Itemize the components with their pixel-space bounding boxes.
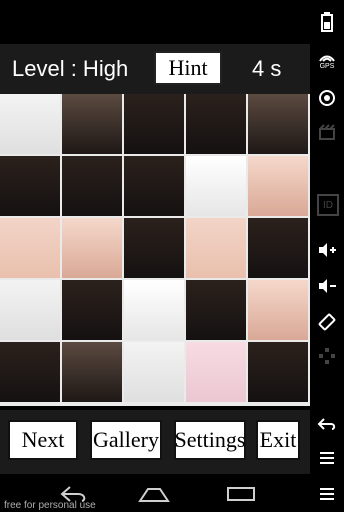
puzzle-tile[interactable] <box>186 280 246 340</box>
status-area <box>0 0 310 44</box>
dpad-icon[interactable] <box>317 346 337 366</box>
puzzle-tile[interactable] <box>62 94 122 154</box>
puzzle-tile[interactable] <box>0 94 60 154</box>
puzzle-tile[interactable] <box>248 94 308 154</box>
emulator-sidebar: GPS ID <box>310 0 344 512</box>
recents-icon[interactable] <box>226 486 256 502</box>
exit-button[interactable]: Exit <box>256 420 300 460</box>
battery-icon <box>317 12 337 32</box>
gps-label: GPS <box>319 63 335 70</box>
gps-icon: GPS <box>317 48 337 74</box>
puzzle-tile[interactable] <box>248 342 308 402</box>
puzzle-tile[interactable] <box>186 218 246 278</box>
puzzle-tile[interactable] <box>62 280 122 340</box>
puzzle-tile[interactable] <box>124 280 184 340</box>
app-screen: Level : High Hint 4 s Next Gallery Setti… <box>0 0 310 512</box>
puzzle-tile[interactable] <box>124 342 184 402</box>
puzzle-board <box>0 94 310 406</box>
puzzle-tile[interactable] <box>62 156 122 216</box>
menu-icon[interactable] <box>317 448 337 468</box>
puzzle-tile[interactable] <box>0 218 60 278</box>
gallery-button[interactable]: Gallery <box>90 420 162 460</box>
puzzle-tile[interactable] <box>248 218 308 278</box>
puzzle-tile[interactable] <box>0 342 60 402</box>
puzzle-tile[interactable] <box>0 156 60 216</box>
clapperboard-icon[interactable] <box>317 122 337 142</box>
puzzle-tile[interactable] <box>186 94 246 154</box>
timer-label: 4 s <box>252 56 282 81</box>
back-icon[interactable] <box>317 414 337 434</box>
puzzle-tile[interactable] <box>124 156 184 216</box>
puzzle-tile[interactable] <box>186 156 246 216</box>
volume-up-icon[interactable] <box>317 240 337 260</box>
puzzle-tile[interactable] <box>248 156 308 216</box>
home-icon[interactable] <box>136 484 172 504</box>
next-button[interactable]: Next <box>8 420 78 460</box>
id-label: ID <box>323 199 333 211</box>
camera-icon[interactable] <box>317 88 337 108</box>
menu-icon[interactable] <box>317 484 337 504</box>
puzzle-tile[interactable] <box>186 342 246 402</box>
volume-down-icon[interactable] <box>317 276 337 296</box>
rotate-icon[interactable] <box>317 312 337 332</box>
action-bar: Next Gallery Settings Exit <box>0 410 310 474</box>
puzzle-tile[interactable] <box>0 280 60 340</box>
puzzle-tile[interactable] <box>248 280 308 340</box>
hint-button[interactable]: Hint <box>154 51 222 85</box>
puzzle-tile[interactable] <box>62 342 122 402</box>
hud-bar: Level : High Hint 4 s <box>0 44 310 94</box>
level-label: Level : High <box>12 56 129 81</box>
puzzle-tile[interactable] <box>62 218 122 278</box>
puzzle-tile[interactable] <box>124 218 184 278</box>
id-icon[interactable]: ID <box>317 194 339 216</box>
watermark-text: free for personal use <box>4 500 96 511</box>
puzzle-tile[interactable] <box>124 94 184 154</box>
settings-button[interactable]: Settings <box>174 420 246 460</box>
